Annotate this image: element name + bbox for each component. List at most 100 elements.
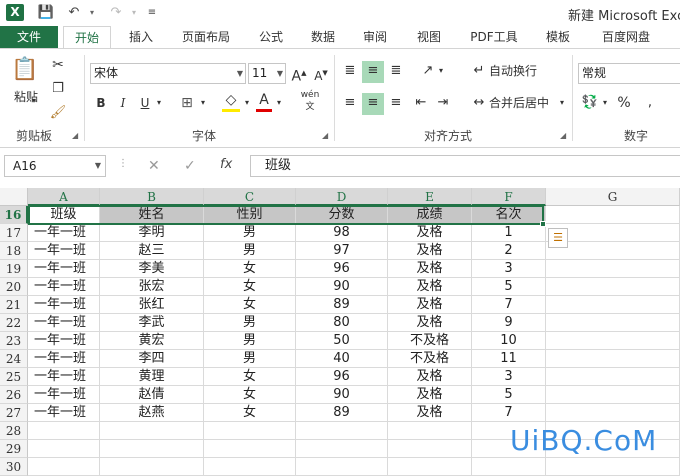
- fill-color-dropdown-icon[interactable]: ▾: [242, 93, 252, 113]
- row-header[interactable]: 18: [0, 242, 28, 260]
- cell-b23[interactable]: 黄宏: [100, 332, 204, 350]
- fill-handle[interactable]: [540, 221, 546, 227]
- save-icon[interactable]: 💾: [36, 3, 56, 23]
- row-header[interactable]: 29: [0, 440, 28, 458]
- cell-b25[interactable]: 黄理: [100, 368, 204, 386]
- cell-c24[interactable]: 男: [204, 350, 296, 368]
- cell-g16[interactable]: [546, 206, 680, 224]
- column-header-f[interactable]: F: [472, 188, 546, 206]
- clipboard-launcher-icon[interactable]: ◢: [72, 131, 78, 140]
- tab-file[interactable]: 文件: [0, 26, 58, 48]
- cell-c27[interactable]: 女: [204, 404, 296, 422]
- font-size-select[interactable]: 11 ▼: [248, 63, 286, 84]
- cell-e26[interactable]: 及格: [388, 386, 472, 404]
- row-header[interactable]: 28: [0, 422, 28, 440]
- cell-a22[interactable]: 一年一班: [28, 314, 100, 332]
- align-middle-icon[interactable]: ≡: [362, 61, 384, 83]
- cell-d30[interactable]: [296, 458, 388, 476]
- cell-f23[interactable]: 10: [472, 332, 546, 350]
- cell-d18[interactable]: 97: [296, 242, 388, 260]
- row-header[interactable]: 25: [0, 368, 28, 386]
- align-right-icon[interactable]: ≡: [386, 93, 406, 115]
- cell-e25[interactable]: 及格: [388, 368, 472, 386]
- cell-a20[interactable]: 一年一班: [28, 278, 100, 296]
- cut-icon[interactable]: ✂: [48, 55, 68, 75]
- font-color-dropdown-icon[interactable]: ▾: [274, 93, 284, 113]
- cell-g26[interactable]: [546, 386, 680, 404]
- cell-g30[interactable]: [546, 458, 680, 476]
- phonetic-icon[interactable]: wén 文: [296, 89, 324, 113]
- row-header[interactable]: 26: [0, 386, 28, 404]
- cell-f20[interactable]: 5: [472, 278, 546, 296]
- borders-dropdown-icon[interactable]: ▾: [198, 93, 208, 113]
- cell-b20[interactable]: 张宏: [100, 278, 204, 296]
- paste-button[interactable]: 粘贴: [6, 87, 46, 107]
- cell-d21[interactable]: 89: [296, 296, 388, 314]
- borders-icon[interactable]: ⊞: [178, 93, 196, 113]
- column-header-c[interactable]: C: [204, 188, 296, 206]
- cell-c17[interactable]: 男: [204, 224, 296, 242]
- cell-a23[interactable]: 一年一班: [28, 332, 100, 350]
- cell-f18[interactable]: 2: [472, 242, 546, 260]
- tab-home[interactable]: 开始: [63, 26, 111, 49]
- name-box[interactable]: A16 ▼: [4, 155, 106, 177]
- column-header-d[interactable]: D: [296, 188, 388, 206]
- cell-e24[interactable]: 不及格: [388, 350, 472, 368]
- cell-c22[interactable]: 男: [204, 314, 296, 332]
- cell-b24[interactable]: 李四: [100, 350, 204, 368]
- row-header[interactable]: 30: [0, 458, 28, 476]
- cell-d26[interactable]: 90: [296, 386, 388, 404]
- cell-e29[interactable]: [388, 440, 472, 458]
- tab-formulas[interactable]: 公式: [250, 26, 292, 48]
- copy-icon[interactable]: ❐: [48, 79, 68, 99]
- tab-baidu-netdisk[interactable]: 百度网盘: [590, 26, 662, 48]
- font-name-select[interactable]: 宋体 ▼: [90, 63, 246, 84]
- align-bottom-icon[interactable]: ≣: [386, 61, 406, 83]
- cell-b28[interactable]: [100, 422, 204, 440]
- increase-indent-icon[interactable]: ⇥: [434, 93, 452, 113]
- merge-center-icon[interactable]: ↔: [470, 93, 488, 113]
- cell-c20[interactable]: 女: [204, 278, 296, 296]
- cell-b18[interactable]: 赵三: [100, 242, 204, 260]
- tab-page-layout[interactable]: 页面布局: [172, 26, 240, 48]
- orientation-dropdown-icon[interactable]: ▾: [436, 61, 446, 81]
- decrease-indent-icon[interactable]: ⇤: [412, 93, 430, 113]
- cell-d23[interactable]: 50: [296, 332, 388, 350]
- merge-center-button[interactable]: 合并后居中: [489, 93, 555, 113]
- merge-dropdown-icon[interactable]: ▾: [557, 93, 567, 113]
- cell-f25[interactable]: 3: [472, 368, 546, 386]
- cell-f22[interactable]: 9: [472, 314, 546, 332]
- wrap-text-button[interactable]: 自动换行: [489, 61, 549, 81]
- cancel-icon[interactable]: ✕: [148, 158, 160, 174]
- cell-f24[interactable]: 11: [472, 350, 546, 368]
- cell-a18[interactable]: 一年一班: [28, 242, 100, 260]
- cell-g19[interactable]: [546, 260, 680, 278]
- quick-analysis-icon[interactable]: ☰: [548, 228, 568, 248]
- cell-e17[interactable]: 及格: [388, 224, 472, 242]
- tab-data[interactable]: 数据: [302, 26, 344, 48]
- cell-d24[interactable]: 40: [296, 350, 388, 368]
- row-header[interactable]: 16: [0, 206, 28, 224]
- font-launcher-icon[interactable]: ◢: [322, 131, 328, 140]
- underline-dropdown-icon[interactable]: ▾: [154, 93, 164, 113]
- decrease-font-icon[interactable]: A▼: [312, 63, 330, 86]
- cell-a24[interactable]: 一年一班: [28, 350, 100, 368]
- wrap-text-icon[interactable]: ↵: [470, 61, 488, 81]
- cell-f21[interactable]: 7: [472, 296, 546, 314]
- bold-button[interactable]: B: [94, 93, 108, 113]
- cell-g21[interactable]: [546, 296, 680, 314]
- cell-e27[interactable]: 及格: [388, 404, 472, 422]
- cell-a19[interactable]: 一年一班: [28, 260, 100, 278]
- cell-d25[interactable]: 96: [296, 368, 388, 386]
- tab-insert[interactable]: 插入: [118, 26, 164, 48]
- redo-icon[interactable]: ↷: [106, 3, 126, 23]
- align-top-icon[interactable]: ≣: [340, 61, 360, 83]
- undo-icon[interactable]: ↶: [64, 3, 84, 23]
- percent-button[interactable]: %: [614, 93, 634, 113]
- cell-f17[interactable]: 1: [472, 224, 546, 242]
- cell-f27[interactable]: 7: [472, 404, 546, 422]
- underline-button[interactable]: U: [138, 93, 152, 113]
- cell-e18[interactable]: 及格: [388, 242, 472, 260]
- redo-dropdown-icon[interactable]: ▾: [124, 3, 144, 23]
- cell-d17[interactable]: 98: [296, 224, 388, 242]
